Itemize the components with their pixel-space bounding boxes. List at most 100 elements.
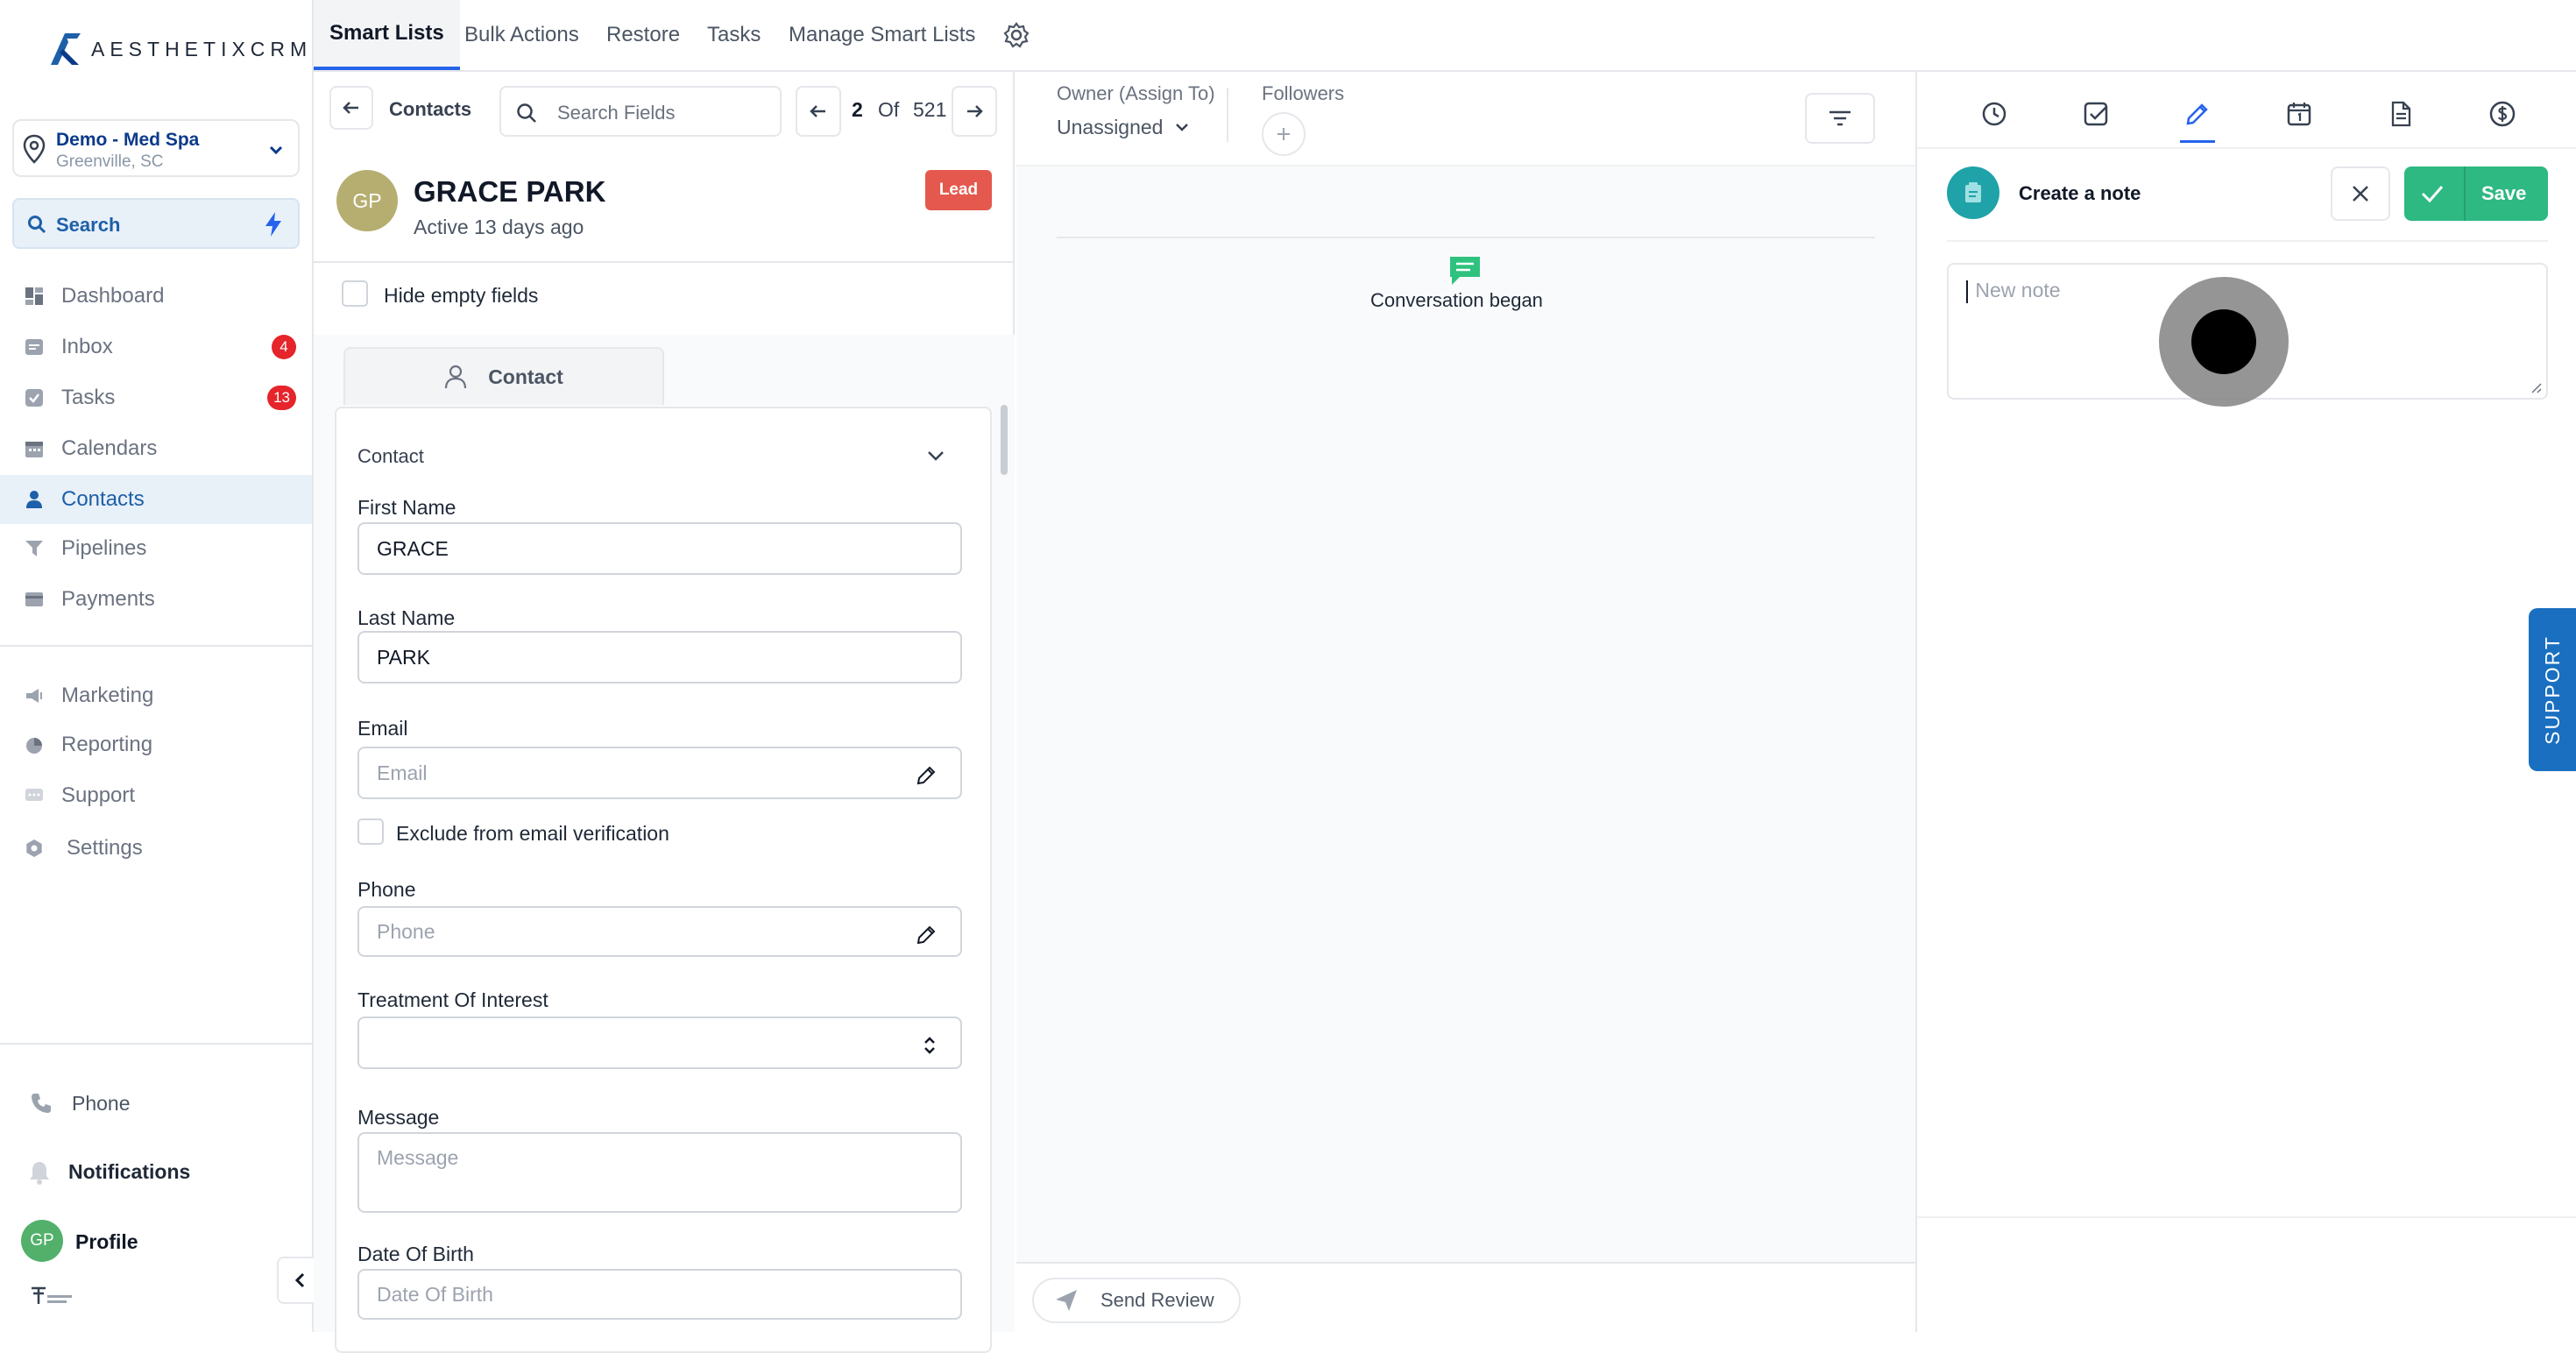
- filter-button[interactable]: [1805, 93, 1875, 144]
- message-label: Message: [357, 1106, 440, 1129]
- email-placeholder: Email: [377, 761, 428, 784]
- conversation-header: Owner (Assign To) Unassigned Followers: [1016, 72, 1915, 166]
- chevron-left-icon: [294, 1272, 305, 1288]
- previous-contact-button[interactable]: [796, 86, 841, 137]
- search-icon: [517, 103, 536, 123]
- lightning-icon[interactable]: [263, 210, 284, 238]
- contact-last-active: Active 13 days ago: [414, 216, 584, 238]
- sidebar-item-label: Payments: [61, 587, 155, 611]
- logo-text: AESTHETIXCRM: [91, 37, 313, 60]
- section-title: Contact: [357, 445, 424, 467]
- next-contact-button[interactable]: [952, 86, 997, 137]
- click-indicator-dot: [2191, 309, 2256, 374]
- fields-scrollbar[interactable]: [1001, 405, 1008, 475]
- hide-empty-fields-checkbox[interactable]: [342, 280, 368, 307]
- add-follower-button[interactable]: [1262, 112, 1306, 156]
- exclude-email-verification-label: Exclude from email verification: [396, 822, 669, 845]
- sidebar-divider: [0, 1043, 312, 1045]
- message-textarea[interactable]: Message: [357, 1132, 962, 1213]
- back-button[interactable]: [329, 86, 373, 130]
- cancel-note-button[interactable]: [2331, 166, 2390, 221]
- tab-appointments[interactable]: [2282, 96, 2317, 131]
- sidebar-item-pipelines[interactable]: Pipelines: [0, 524, 312, 573]
- brand-logo[interactable]: AESTHETIXCRM: [47, 30, 312, 68]
- tab-documents[interactable]: [2383, 96, 2418, 131]
- save-note-button[interactable]: Save: [2404, 166, 2548, 221]
- hide-empty-fields-label: Hide empty fields: [384, 284, 539, 307]
- location-switcher[interactable]: Demo - Med Spa Greenville, SC: [12, 119, 300, 177]
- phone-label: Phone: [357, 878, 416, 901]
- phone-placeholder: Phone: [377, 919, 435, 943]
- chat-bubble-icon: [1450, 257, 1480, 285]
- contact-name: GRACE PARK: [414, 175, 606, 208]
- resize-handle-icon[interactable]: [2529, 380, 2543, 394]
- panel-footer-divider: [1917, 1216, 2576, 1218]
- save-label: Save: [2481, 182, 2527, 204]
- exclude-email-verification-checkbox[interactable]: [357, 818, 384, 845]
- tab-tasks[interactable]: Tasks: [707, 0, 761, 70]
- sidebar-item-support[interactable]: Support: [0, 771, 312, 820]
- sidebar-phone[interactable]: Phone: [0, 1083, 312, 1123]
- sidebar-item-tasks[interactable]: Tasks 13: [0, 373, 312, 422]
- timeline-divider: [1057, 237, 1875, 238]
- logo-icon: [51, 33, 81, 65]
- tab-bulk-actions[interactable]: Bulk Actions: [464, 0, 579, 70]
- tab-restore[interactable]: Restore: [606, 0, 680, 70]
- map-pin-icon: [23, 134, 46, 164]
- email-field[interactable]: Email: [357, 747, 962, 799]
- tab-manage-smart-lists[interactable]: Manage Smart Lists: [789, 0, 975, 70]
- dob-field[interactable]: Date Of Birth: [357, 1269, 962, 1320]
- last-name-field[interactable]: PARK: [357, 631, 962, 684]
- contact-details-panel: Contacts Search Fields 2 Of 521 GP GRACE…: [314, 72, 1015, 1353]
- sidebar-item-marketing[interactable]: Marketing: [0, 671, 312, 720]
- tab-contact[interactable]: Contact: [343, 347, 664, 405]
- sidebar-item-settings[interactable]: Settings: [0, 824, 312, 873]
- send-review-button[interactable]: Send Review: [1032, 1278, 1241, 1323]
- note-avatar: [1947, 166, 1999, 219]
- checkbox-icon: [2084, 102, 2108, 126]
- history-icon: [1982, 102, 2006, 126]
- company-logo-icon: [32, 1286, 72, 1304]
- contact-section: Contact First Name GRACE Last Name PARK …: [335, 407, 992, 1353]
- sidebar-notifications[interactable]: Notifications: [0, 1151, 312, 1192]
- pencil-icon[interactable]: [915, 764, 938, 787]
- search-fields-input[interactable]: Search Fields: [499, 86, 782, 137]
- sidebar-item-payments[interactable]: Payments: [0, 575, 312, 624]
- pipelines-icon: [25, 541, 43, 556]
- inbox-icon: [25, 339, 43, 355]
- owner-select[interactable]: Unassigned: [1057, 112, 1191, 142]
- tab-activity[interactable]: [1977, 96, 2012, 131]
- last-name-label: Last Name: [357, 606, 456, 629]
- sidebar-item-reporting[interactable]: Reporting: [0, 720, 312, 769]
- document-icon: [2391, 101, 2411, 127]
- search-fields-placeholder: Search Fields: [557, 102, 676, 124]
- location-name: Demo - Med Spa: [56, 130, 200, 150]
- tab-smart-lists[interactable]: Smart Lists: [314, 0, 460, 70]
- chevron-down-icon[interactable]: [924, 443, 948, 468]
- pencil-icon[interactable]: [915, 924, 938, 946]
- treatment-select[interactable]: [357, 1017, 962, 1069]
- sidebar-item-inbox[interactable]: Inbox 4: [0, 322, 312, 372]
- sidebar-search[interactable]: Search: [12, 198, 300, 249]
- back-label: Contacts: [389, 98, 472, 120]
- tab-payments[interactable]: [2485, 96, 2520, 131]
- first-name-field[interactable]: GRACE: [357, 522, 962, 575]
- tasks-count-badge: 13: [267, 386, 296, 410]
- activity-panel: Create a note Save New note: [1915, 72, 2576, 1332]
- gear-icon[interactable]: [1002, 21, 1030, 49]
- contact-header: Contacts Search Fields 2 Of 521 GP GRACE…: [314, 72, 1015, 263]
- phone-field[interactable]: Phone: [357, 906, 962, 957]
- calendar-icon: [25, 442, 43, 457]
- support-tab[interactable]: SUPPORT: [2529, 608, 2576, 771]
- sidebar-item-dashboard[interactable]: Dashboard: [0, 272, 312, 321]
- lead-status-badge[interactable]: Lead: [925, 170, 992, 210]
- sidebar-item-label: Calendars: [61, 436, 158, 460]
- tab-notes[interactable]: [2180, 96, 2215, 131]
- plus-icon: [1277, 128, 1290, 140]
- send-icon: [1056, 1290, 1077, 1311]
- pager-of: Of: [878, 98, 900, 121]
- sidebar-item-contacts[interactable]: Contacts: [0, 475, 312, 524]
- tasks-icon: [25, 389, 43, 407]
- sidebar-item-calendars[interactable]: Calendars: [0, 424, 312, 473]
- tab-tasks-panel[interactable]: [2078, 96, 2113, 131]
